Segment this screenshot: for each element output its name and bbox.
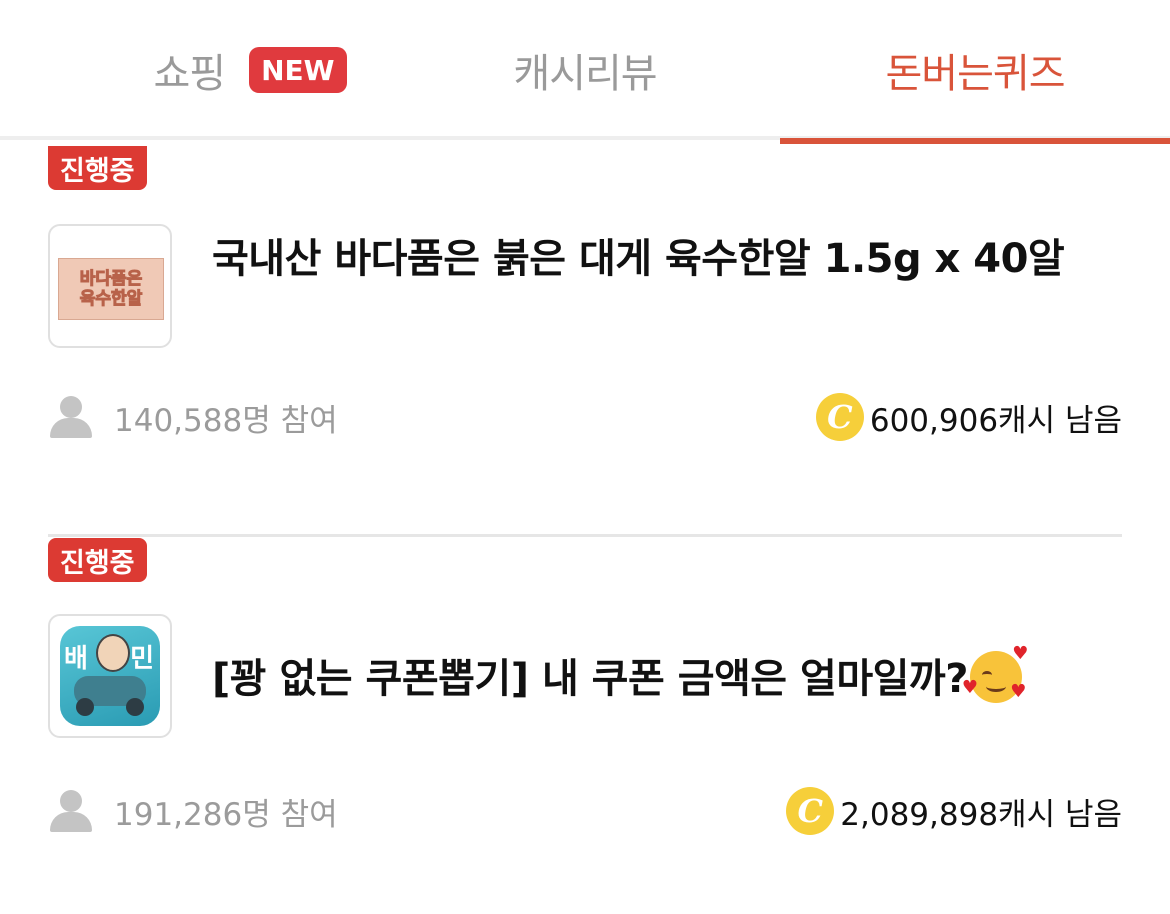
- quiz-meta: 140,588명 참여 C 600,906캐시 남음: [48, 392, 1122, 442]
- app-icon-text: 민: [130, 644, 154, 674]
- tab-shopping[interactable]: 쇼핑 NEW: [100, 0, 400, 140]
- new-badge: NEW: [249, 47, 347, 93]
- tab-bar: 쇼핑 NEW 캐시리뷰 돈버는퀴즈: [0, 0, 1170, 144]
- quiz-title-text: [꽝 없는 쿠폰뽑기] 내 쿠폰 금액은 얼마일까?: [212, 656, 968, 702]
- product-image-text: 육수한알: [79, 289, 143, 310]
- quiz-title: 국내산 바다품은 붉은 대게 육수한알 1.5g x 40알: [212, 236, 1065, 282]
- participant-count-text: 191,286명 참여: [114, 796, 338, 833]
- quiz-title: [꽝 없는 쿠폰뽑기] 내 쿠폰 금액은 얼마일까? ♥ ♥ ♥: [212, 643, 1122, 708]
- quiz-meta: 191,286명 참여 C 2,089,898캐시 남음: [48, 786, 1122, 836]
- participant-count-text: 140,588명 참여: [114, 402, 338, 439]
- app-icon-text: 배: [64, 644, 88, 674]
- product-image: 바다품은 육수한알: [58, 258, 164, 320]
- participant-count: 191,286명 참여: [48, 788, 338, 834]
- remaining-cash: C 600,906캐시 남음: [815, 393, 1122, 441]
- quiz-card[interactable]: 진행중 배 민 [꽝 없는 쿠폰뽑기] 내 쿠폰 금액은 얼마일까? ♥ ♥ ♥ 19…: [48, 538, 1122, 898]
- status-badge: 진행중: [48, 146, 147, 190]
- smiling-face-with-hearts-icon: ♥ ♥ ♥: [961, 643, 1028, 703]
- quiz-thumbnail: 배 민: [48, 614, 172, 738]
- product-image-text: 바다품은: [79, 269, 143, 290]
- status-badge: 진행중: [48, 538, 147, 582]
- remaining-cash-text: 2,089,898캐시 남음: [840, 796, 1122, 833]
- quiz-card[interactable]: 진행중 바다품은 육수한알 국내산 바다품은 붉은 대게 육수한알 1.5g x…: [48, 144, 1122, 537]
- remaining-cash-text: 600,906캐시 남음: [869, 402, 1122, 439]
- tab-cash-review-label: 캐시리뷰: [513, 51, 657, 97]
- cash-coin-icon: C: [786, 787, 835, 835]
- participant-count: 140,588명 참여: [48, 394, 338, 440]
- tab-cash-review[interactable]: 캐시리뷰: [390, 0, 780, 140]
- person-icon: [48, 788, 94, 834]
- cash-coin-icon: C: [815, 393, 864, 441]
- app-icon-image: 배 민: [60, 626, 160, 726]
- quiz-thumbnail: 바다품은 육수한알: [48, 224, 172, 348]
- tab-money-quiz[interactable]: 돈버는퀴즈: [780, 0, 1170, 144]
- tab-shopping-label: 쇼핑: [153, 51, 226, 97]
- person-icon: [48, 394, 94, 440]
- remaining-cash: C 2,089,898캐시 남음: [786, 787, 1122, 835]
- tab-money-quiz-label: 돈버는퀴즈: [885, 51, 1066, 97]
